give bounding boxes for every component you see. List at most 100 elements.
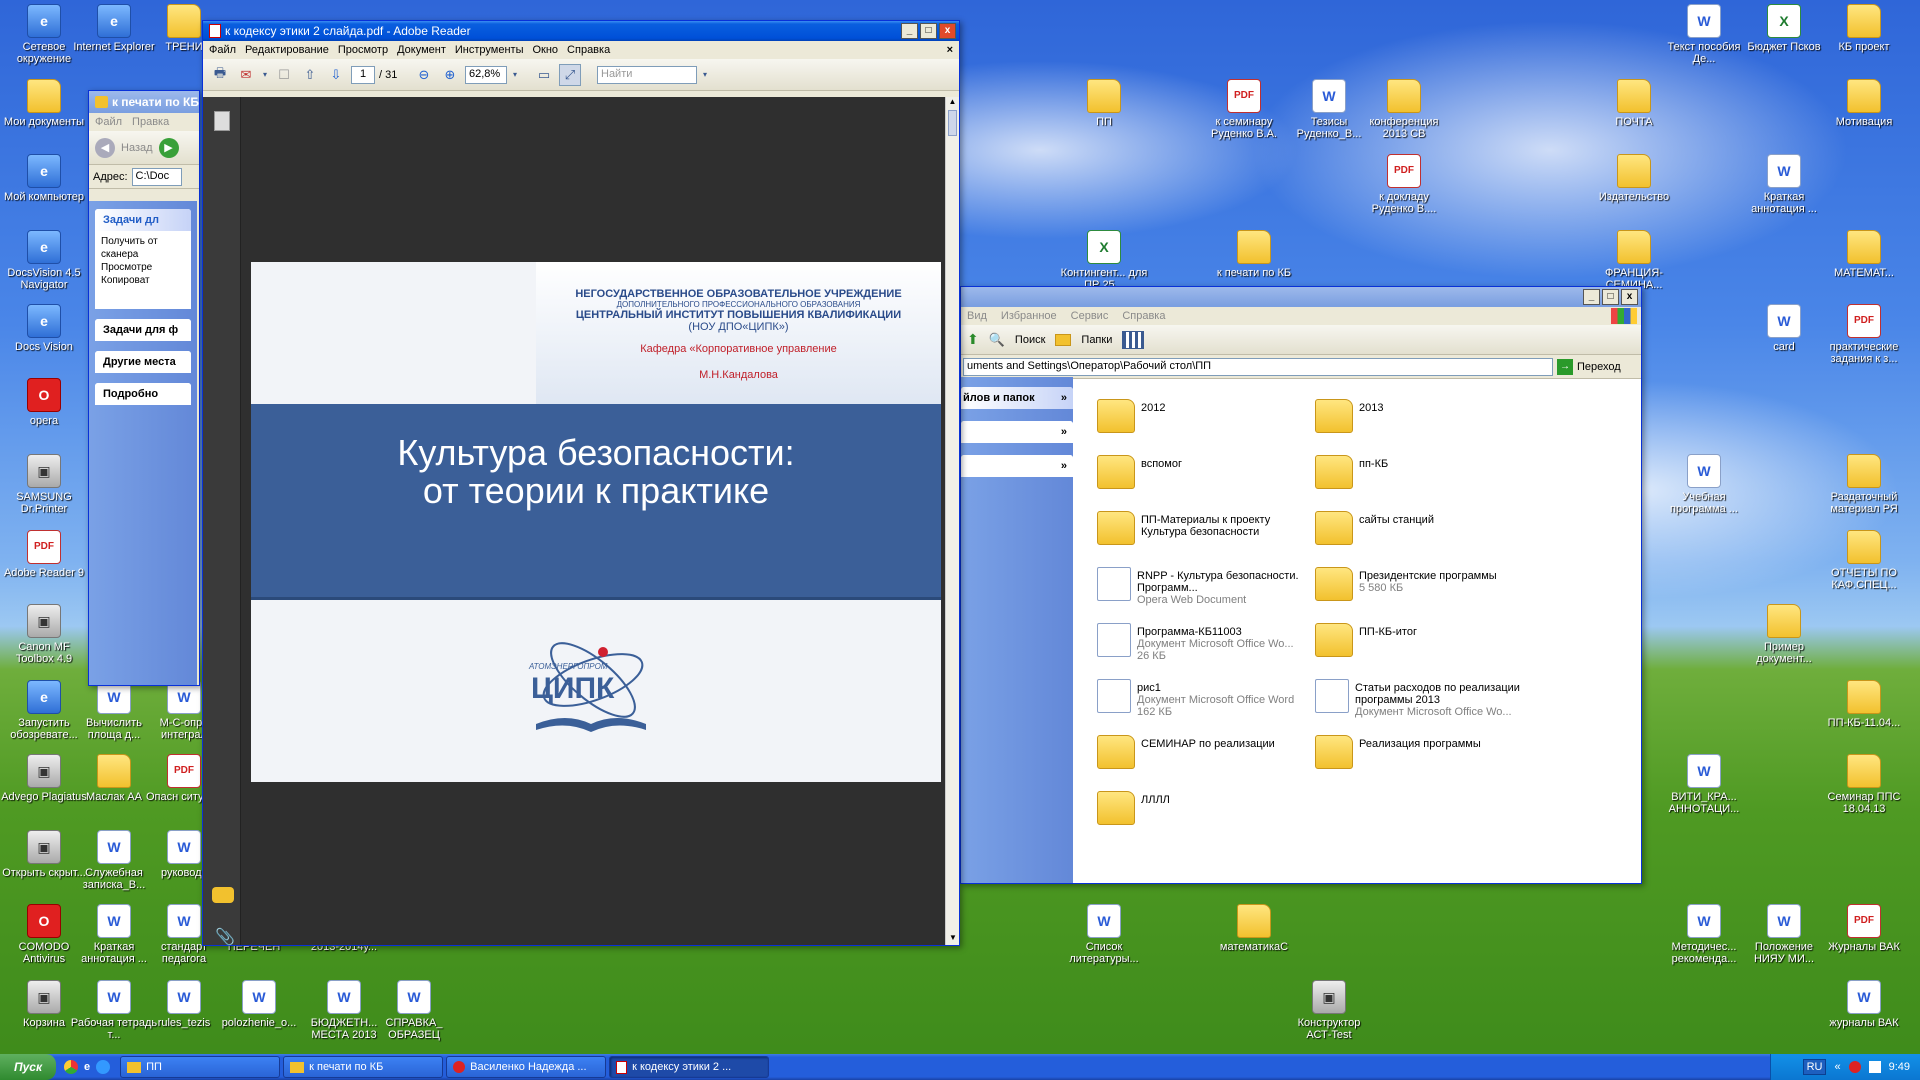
chevron-down-icon[interactable]: » [1061,426,1067,438]
taskbar-task-opera[interactable]: Василенко Надежда ... [446,1056,607,1078]
desktop-icon-right-2[interactable]: КБ проект [1820,4,1908,53]
adobe-reader-window[interactable]: к кодексу этики 2 слайда.pdf - Adobe Rea… [202,20,960,946]
chevron-down-icon[interactable]: ▾ [511,64,519,86]
file-item[interactable]: вспомог [1097,455,1307,489]
adobe-titlebar[interactable]: к кодексу этики 2 слайда.pdf - Adobe Rea… [203,21,959,41]
task-box-header[interactable]: Задачи дл [95,209,191,231]
scroll-thumb[interactable] [948,110,957,136]
prev-page-icon[interactable]: ⇧ [299,64,321,86]
quicklaunch-explorer-icon[interactable] [96,1060,111,1074]
desktop-icon-right-10[interactable]: Издательство [1590,154,1678,203]
desktop-icon-left-30[interactable]: W СПРАВКА_ ОБРАЗЕЦ [370,980,458,1041]
desktop-icon-right-18[interactable]: PDF практические задания к з... [1820,304,1908,365]
address-input[interactable]: uments and Settings\Оператор\Рабочий сто… [963,357,1553,376]
desktop-icon-right-29[interactable]: PDF Журналы ВАК [1820,904,1908,953]
desktop-icon-right-8[interactable]: Мотивация [1820,79,1908,128]
taskbar-task-adobe[interactable]: к кодексу этики 2 ... [609,1056,770,1078]
menu-file[interactable]: Файл [209,44,236,56]
desktop-icon-right-23[interactable]: W ВИТИ_КРА... АННОТАЦИ... [1660,754,1748,815]
task-box-other[interactable]: » [961,421,1073,443]
share-icon[interactable]: ✉ [235,64,257,86]
chevron-down-icon[interactable]: ▾ [261,64,269,86]
explorer-pp-titlebar[interactable]: _ □ x [961,287,1641,307]
desktop-icon-right-16[interactable]: W Учебная программа ... [1660,454,1748,515]
maximize-button[interactable]: □ [920,23,937,39]
file-item[interactable]: ПП-КБ-итог [1315,623,1525,657]
file-item[interactable]: ПП-Материалы к проекту Культура безопасн… [1097,511,1307,545]
file-item[interactable]: пп-КБ [1315,455,1525,489]
go-arrow-icon[interactable]: → [1557,358,1573,375]
desktop-icon-right-3[interactable]: ПП [1060,79,1148,128]
menu-help[interactable]: Справка [567,44,610,56]
search-input[interactable]: Найти [597,65,697,84]
desktop-icon-right-13[interactable]: к печати по КБ [1210,230,1298,279]
desktop-icon-right-14[interactable]: ФРАНЦИЯ-СЕМИНА... [1590,230,1678,291]
search-button[interactable]: Поиск [1015,334,1045,346]
attachment-icon[interactable]: 📎 [215,927,235,947]
menu-edit[interactable]: Редактирование [245,44,329,56]
network-tray-icon[interactable] [1868,1061,1881,1073]
explorer-window-pp[interactable]: _ □ x Вид Избранное Сервис Справка ⬆ 🔍 П… [960,286,1642,884]
folders-icon[interactable] [1055,333,1072,346]
menu-favorites[interactable]: Избранное [1001,310,1057,322]
file-item[interactable]: 2012 [1097,399,1307,433]
file-item[interactable]: рис1 Документ Microsoft Office Word 162 КБ [1097,679,1307,718]
desktop-icon-right-28[interactable]: W Положение НИЯУ МИ... [1740,904,1828,965]
minimize-button[interactable]: _ [901,23,918,39]
task-box-details[interactable]: » [961,455,1073,477]
desktop-icon-right-15[interactable]: МАТЕМАТ... [1820,230,1908,279]
task-copy[interactable]: Копироват [101,274,185,287]
desktop-icon-left-3[interactable]: Мои документы [0,79,88,128]
desktop-icon-right-30[interactable]: ▣ Конструктор АСТ-Test [1285,980,1373,1041]
comment-icon[interactable]: ☐ [273,64,295,86]
desktop-icon-right-19[interactable]: Раздаточный материал РЯ [1820,454,1908,515]
file-item[interactable]: ЛЛЛЛ [1097,791,1307,825]
desktop-icon-left-7[interactable]: Oopera [0,378,88,427]
file-item[interactable]: Реализация программы [1315,735,1525,769]
task-scan[interactable]: Получить от сканера [101,235,185,261]
close-doc-icon[interactable]: × [947,44,953,56]
desktop-icon-right-7[interactable]: ПОЧТА [1590,79,1678,128]
desktop-icon-right-25[interactable]: W Список литературы... [1060,904,1148,965]
task-view[interactable]: Просмотре [101,261,185,274]
section-details[interactable]: Подробно [95,383,191,405]
back-button[interactable]: Назад [121,142,153,154]
desktop-icon-right-24[interactable]: Семинар ППС 18.04.13 [1820,754,1908,815]
minimize-button[interactable]: _ [1583,289,1600,305]
antivirus-tray-icon[interactable] [1848,1061,1861,1073]
chevron-down-icon[interactable]: ▾ [701,64,709,86]
menu-document[interactable]: Документ [397,44,446,56]
close-button[interactable]: x [939,23,956,39]
file-item[interactable]: Программа-КБ11003 Документ Microsoft Offi… [1097,623,1307,662]
desktop-icon-left-9[interactable]: PDF Adobe Reader 9 [0,530,88,579]
fit-page-icon[interactable]: ▭ [533,64,555,86]
quicklaunch-ie-icon[interactable]: e [84,1061,90,1073]
close-button[interactable]: x [1621,289,1638,305]
next-page-icon[interactable]: ⇩ [325,64,347,86]
address-input[interactable]: C:\Doc [131,167,182,186]
back-arrow-icon[interactable]: ◀ [95,137,115,158]
forward-arrow-icon[interactable]: ▶ [158,137,179,158]
desktop-icon-left-10[interactable]: ▣ Canon MF Toolbox 4.9 [0,604,88,665]
start-button[interactable]: Пуск [0,1054,56,1080]
zoom-out-icon[interactable]: ⊖ [413,64,435,86]
vertical-scrollbar[interactable]: ▲ ▼ [945,97,959,945]
up-folder-icon[interactable]: ⬆ [967,331,979,348]
menu-tools[interactable]: Сервис [1071,310,1109,322]
file-item[interactable]: Статьи расходов по реализации программы … [1315,679,1525,718]
desktop-icon-right-1[interactable]: X Бюджет Псков [1740,4,1828,53]
desktop-icon-left-6[interactable]: e Docs Vision [0,304,88,353]
desktop-icon-right-17[interactable]: Wcard [1740,304,1828,353]
desktop-icon-right-31[interactable]: Wжурналы ВАК [1820,980,1908,1029]
desktop-icon-left-5[interactable]: e DocsVision 4.5 Navigator [0,230,88,291]
document-area[interactable]: НЕГОСУДАРСТВЕННОЕ ОБРАЗОВАТЕЛЬНОЕ УЧРЕЖД… [241,97,945,945]
desktop-icon-right-9[interactable]: PDF к докладу Руденко В.... [1360,154,1448,215]
menu-view[interactable]: Вид [967,310,987,322]
fit-width-icon[interactable]: ⤢ [559,63,581,86]
desktop-icon-right-26[interactable]: математикаС [1210,904,1298,953]
menu-view[interactable]: Просмотр [338,44,388,56]
search-icon[interactable]: 🔍 [989,332,1005,348]
menu-help[interactable]: Справка [1122,310,1165,322]
chevron-down-icon[interactable]: » [1061,460,1067,472]
views-icon[interactable] [1122,330,1145,349]
